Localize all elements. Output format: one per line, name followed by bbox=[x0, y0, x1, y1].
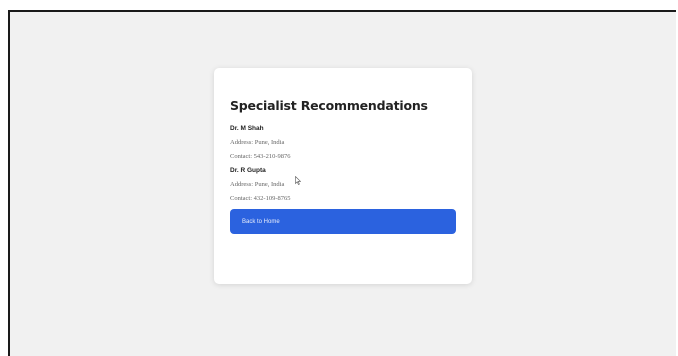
specialist-entry: Dr. M Shah Address: Pune, India Contact:… bbox=[230, 125, 456, 160]
recommendations-card: Specialist Recommendations Dr. M Shah Ad… bbox=[214, 68, 472, 284]
specialist-address: Address: Pune, India bbox=[230, 139, 285, 146]
back-to-home-button[interactable]: Back to Home bbox=[230, 209, 456, 234]
mouse-cursor-icon bbox=[295, 176, 301, 185]
browser-viewport: Specialist Recommendations Dr. M Shah Ad… bbox=[8, 10, 676, 356]
specialist-address: Address: Pune, India bbox=[230, 181, 285, 188]
specialist-contact: Contact: 543-210-9876 bbox=[230, 153, 291, 160]
specialist-entry: Dr. R Gupta Address: Pune, India Contact… bbox=[230, 167, 456, 202]
specialist-contact: Contact: 432-109-8765 bbox=[230, 195, 291, 202]
page-title: Specialist Recommendations bbox=[230, 98, 428, 113]
specialist-name: Dr. M Shah bbox=[230, 125, 264, 132]
specialist-name: Dr. R Gupta bbox=[230, 167, 266, 174]
